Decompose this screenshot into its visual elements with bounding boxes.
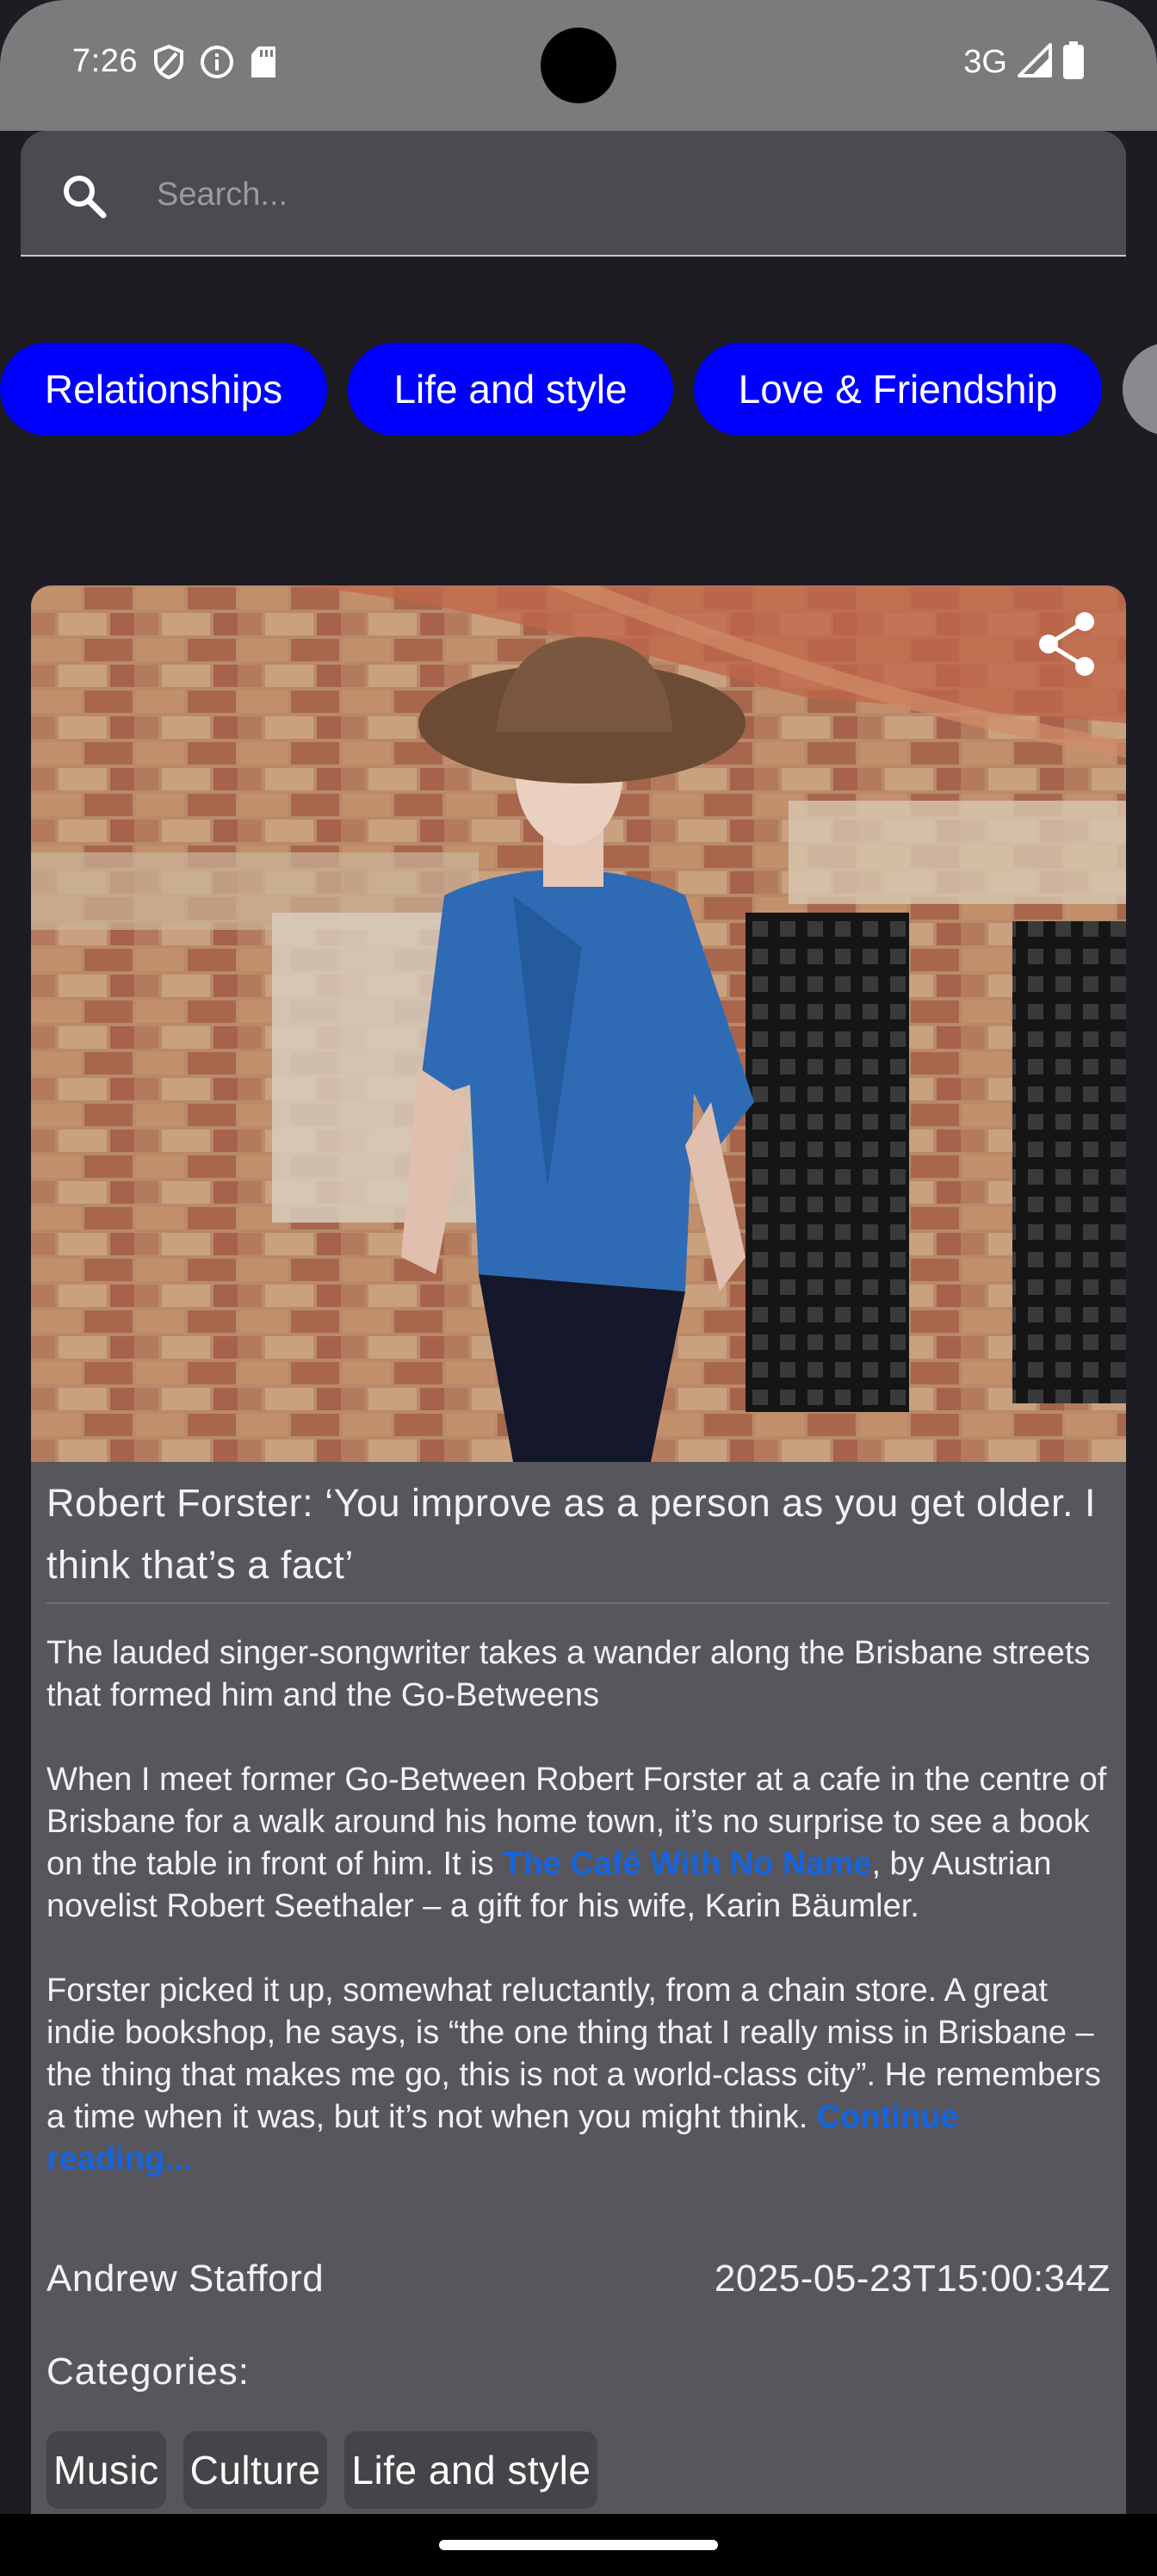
category-tags: Music Culture Life and style (46, 2431, 598, 2509)
chip-partially-visible[interactable] (1123, 343, 1157, 436)
status-system-icons: 3G (963, 41, 1085, 84)
sd-card-icon (250, 46, 277, 83)
gesture-handle[interactable] (439, 2540, 718, 2550)
camera-cutout (541, 28, 616, 103)
category-tag-music[interactable]: Music (46, 2431, 166, 2509)
article-paragraph-1: When I meet former Go-Between Robert For… (46, 1759, 1111, 1928)
article-standfirst: The lauded singer-songwriter takes a wan… (46, 1635, 1091, 1713)
category-tag-culture[interactable]: Culture (183, 2431, 328, 2509)
book-title-link[interactable]: The Café With No Name (503, 1846, 871, 1882)
info-icon (200, 45, 234, 84)
search-bar[interactable] (21, 131, 1126, 257)
shield-icon (153, 44, 184, 84)
article-image[interactable] (31, 585, 1126, 1462)
chip-relationships[interactable]: Relationships (0, 343, 327, 436)
status-bar: 7:26 3G (0, 0, 1157, 131)
article-paragraph-2: Forster picked it up, somewhat reluctant… (46, 1970, 1111, 2181)
chip-life-and-style[interactable]: Life and style (348, 343, 673, 436)
network-type-label: 3G (963, 44, 1007, 80)
search-icon[interactable] (57, 169, 112, 224)
category-chip-row[interactable]: Relationships Life and style Love & Frie… (0, 343, 1157, 437)
category-tag-life-and-style[interactable]: Life and style (344, 2431, 598, 2509)
article-card[interactable]: Robert Forster: ‘You improve as a person… (31, 585, 1126, 2514)
status-time: 7:26 (72, 43, 138, 79)
signal-icon (1018, 43, 1052, 82)
status-notification-icons (153, 44, 277, 84)
navigation-bar (0, 2514, 1157, 2576)
share-icon[interactable] (1031, 608, 1104, 680)
search-input[interactable] (155, 164, 1085, 226)
categories-label: Categories: (46, 2350, 251, 2393)
article-body: The lauded singer-songwriter takes a wan… (46, 1632, 1111, 2223)
chip-love-and-friendship[interactable]: Love & Friendship (694, 343, 1102, 436)
battery-icon (1062, 41, 1085, 84)
article-author: Andrew Stafford (46, 2257, 325, 2300)
article-title[interactable]: Robert Forster: ‘You improve as a person… (46, 1472, 1105, 1596)
article-published-date: 2025-05-23T15:00:34Z (714, 2257, 1111, 2300)
title-divider (46, 1602, 1111, 1604)
